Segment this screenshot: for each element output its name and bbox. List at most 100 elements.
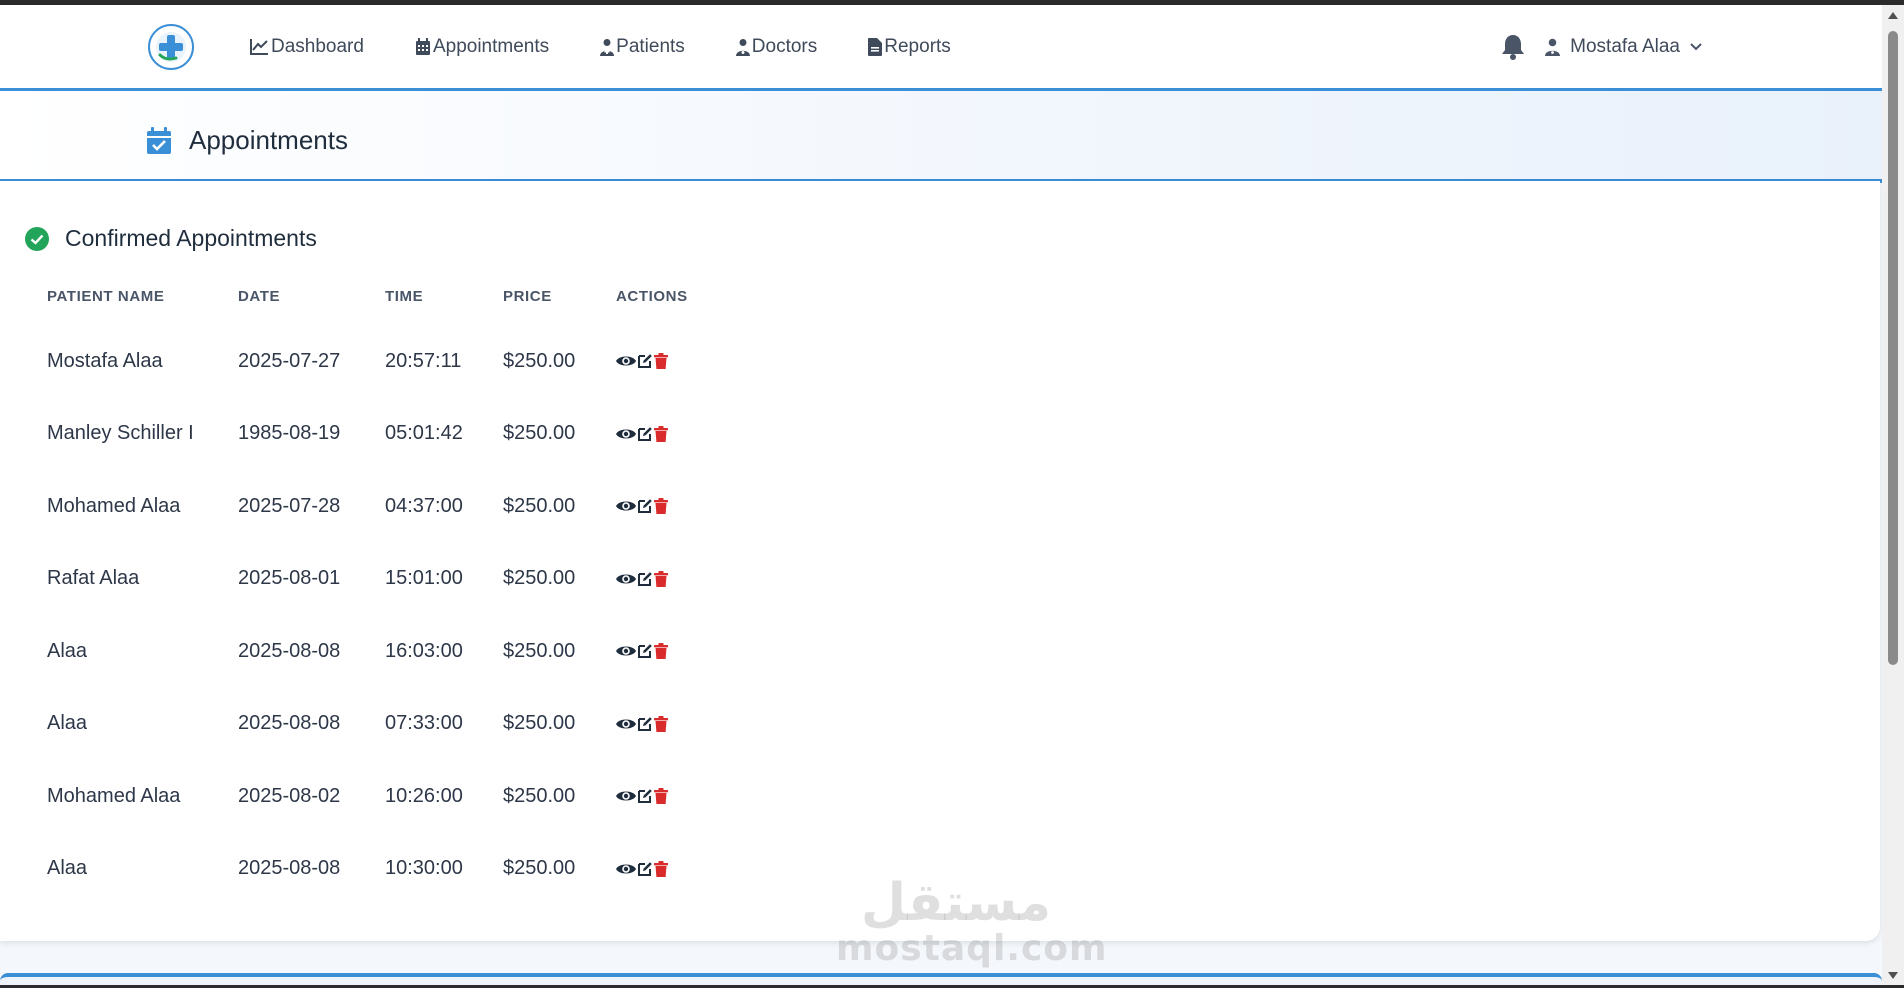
actions-cell xyxy=(593,398,706,471)
nav-item-dashboard[interactable]: Dashboard xyxy=(250,36,364,58)
column-header: DATE xyxy=(238,287,281,305)
price-cell: $250.00 xyxy=(503,712,576,735)
delete-trash-icon[interactable] xyxy=(654,715,668,732)
scroll-up-button[interactable] xyxy=(1882,5,1904,25)
column-header: PATIENT NAME xyxy=(47,287,165,305)
clinic-logo[interactable] xyxy=(148,24,194,70)
view-eye-icon[interactable] xyxy=(616,717,636,731)
view-eye-icon[interactable] xyxy=(616,644,636,658)
time-cell: 16:03:00 xyxy=(385,639,463,662)
delete-trash-icon[interactable] xyxy=(654,643,668,660)
time-cell: 07:33:00 xyxy=(385,712,463,735)
price-cell: $250.00 xyxy=(503,494,576,517)
user-menu[interactable]: Mostafa Alaa xyxy=(1545,36,1702,58)
time-cell: 04:37:00 xyxy=(385,494,463,517)
nav-label: Appointments xyxy=(432,35,550,57)
nav-item-appointments[interactable]: Appointments xyxy=(415,36,549,58)
report-icon xyxy=(868,37,883,56)
nav-item-reports[interactable]: Reports xyxy=(868,36,951,58)
actions-cell xyxy=(593,833,706,906)
patient-name-cell: Alaa xyxy=(47,712,88,735)
delete-trash-icon[interactable] xyxy=(654,425,668,442)
user-icon xyxy=(1545,38,1561,56)
appointments-card: Confirmed Appointments PATIENT NAME DATE… xyxy=(0,181,1880,941)
date-cell: 1985-08-19 xyxy=(238,422,341,445)
calendar-icon xyxy=(415,37,430,55)
delete-trash-icon[interactable] xyxy=(654,498,668,515)
nav-label: Doctors xyxy=(751,35,818,57)
row-actions xyxy=(616,425,706,442)
edit-icon[interactable] xyxy=(637,571,653,587)
top-navbar: Dashboard Appointments Patients Doctors … xyxy=(0,5,1882,91)
edit-icon[interactable] xyxy=(637,498,653,514)
date-cell: 2025-08-02 xyxy=(238,784,341,807)
actions-cell xyxy=(593,543,706,616)
vertical-scrollbar[interactable] xyxy=(1882,5,1904,985)
row-actions xyxy=(616,643,706,660)
date-cell: 2025-08-08 xyxy=(238,857,341,880)
delete-trash-icon[interactable] xyxy=(654,788,668,805)
table-row: Mohamed Alaa 2025-07-28 04:37:00 $250.00 xyxy=(24,470,706,543)
patient-name-cell: Alaa xyxy=(47,639,88,662)
patient-name-cell: Mohamed Alaa xyxy=(47,784,181,807)
table-row: Mohamed Alaa 2025-08-02 10:26:00 $250.00 xyxy=(24,760,706,833)
price-cell: $250.00 xyxy=(503,567,576,590)
time-cell: 10:30:00 xyxy=(385,857,463,880)
view-eye-icon[interactable] xyxy=(616,572,636,586)
column-header: TIME xyxy=(385,287,424,305)
triangle-down-icon xyxy=(1888,971,1898,979)
nav-item-patients[interactable]: Patients xyxy=(600,36,685,58)
price-cell: $250.00 xyxy=(503,639,576,662)
price-cell: $250.00 xyxy=(503,857,576,880)
edit-icon[interactable] xyxy=(637,426,653,442)
view-eye-icon[interactable] xyxy=(616,499,636,513)
row-actions xyxy=(616,353,706,370)
view-eye-icon[interactable] xyxy=(616,862,636,876)
patient-name-cell: Mohamed Alaa xyxy=(47,494,181,517)
patient-name-cell: Rafat Alaa xyxy=(47,567,140,590)
view-eye-icon[interactable] xyxy=(616,354,636,368)
check-circle-icon xyxy=(25,226,49,251)
edit-icon[interactable] xyxy=(637,861,653,877)
appointments-table: PATIENT NAME DATE TIME PRICE ACTIONS Mos… xyxy=(24,281,706,905)
table-row: Mostafa Alaa 2025-07-27 20:57:11 $250.00 xyxy=(24,311,706,398)
edit-icon[interactable] xyxy=(637,716,653,732)
time-cell: 10:26:00 xyxy=(385,784,463,807)
patient-name-cell: Manley Schiller I xyxy=(47,422,194,445)
triangle-up-icon xyxy=(1888,11,1898,19)
actions-cell xyxy=(593,615,706,688)
page-header: Appointments xyxy=(0,91,1882,183)
scroll-thumb[interactable] xyxy=(1888,31,1898,665)
table-row: Manley Schiller I 1985-08-19 05:01:42 $250.… xyxy=(24,398,706,471)
actions-cell xyxy=(593,688,706,761)
table-row: Alaa 2025-08-08 16:03:00 $250.00 xyxy=(24,615,706,688)
date-cell: 2025-08-08 xyxy=(238,712,341,735)
table-row: Alaa 2025-08-08 10:30:00 $250.00 xyxy=(24,833,706,906)
edit-icon[interactable] xyxy=(637,788,653,804)
delete-trash-icon[interactable] xyxy=(654,570,668,587)
chart-line-icon xyxy=(250,39,268,55)
delete-trash-icon[interactable] xyxy=(654,353,668,370)
price-cell: $250.00 xyxy=(503,422,576,445)
nav-label: Dashboard xyxy=(271,35,364,57)
patient-name-cell: Alaa xyxy=(47,857,88,880)
edit-icon[interactable] xyxy=(637,643,653,659)
table-header-row: PATIENT NAME DATE TIME PRICE ACTIONS xyxy=(24,281,706,311)
card-title: Confirmed Appointments xyxy=(25,225,317,252)
app-viewport: Dashboard Appointments Patients Doctors … xyxy=(0,5,1882,985)
row-actions xyxy=(616,860,706,877)
view-eye-icon[interactable] xyxy=(616,427,636,441)
scroll-down-button[interactable] xyxy=(1882,965,1904,985)
chevron-down-icon xyxy=(1690,42,1702,50)
bell-icon[interactable] xyxy=(1501,34,1525,60)
patient-icon xyxy=(600,38,615,56)
edit-icon[interactable] xyxy=(637,353,653,369)
patient-name-cell: Mostafa Alaa xyxy=(47,349,163,372)
nav-item-doctors[interactable]: Doctors xyxy=(735,35,818,58)
view-eye-icon[interactable] xyxy=(616,789,636,803)
delete-trash-icon[interactable] xyxy=(654,860,668,877)
row-actions xyxy=(616,788,706,805)
page-title: Appointments xyxy=(147,125,348,156)
date-cell: 2025-07-27 xyxy=(238,349,341,372)
date-cell: 2025-08-01 xyxy=(238,567,341,590)
